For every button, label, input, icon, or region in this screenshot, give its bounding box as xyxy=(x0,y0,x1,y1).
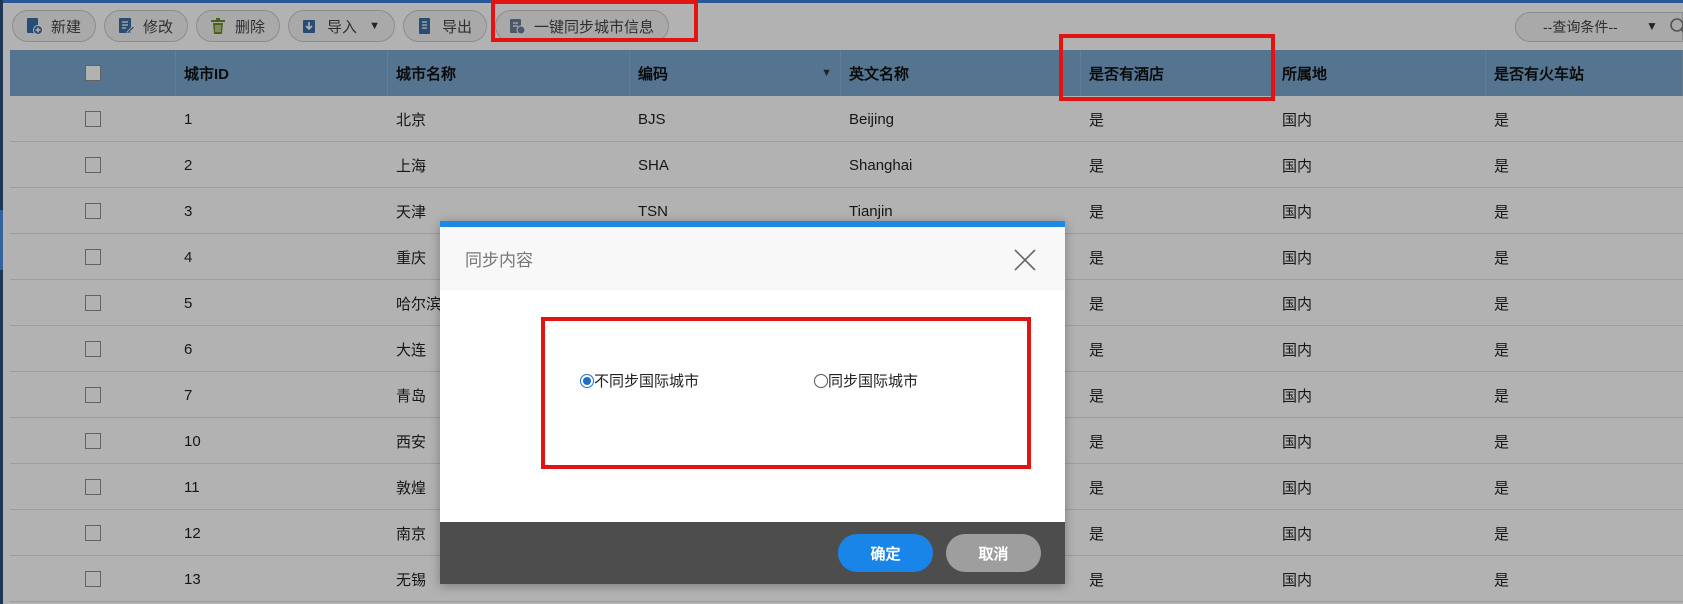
dialog-title: 同步内容 xyxy=(465,251,533,270)
dialog-header: 同步内容 xyxy=(440,227,1065,290)
confirm-button[interactable]: 确定 xyxy=(838,534,933,572)
highlight-sync-button xyxy=(491,0,698,42)
close-icon[interactable] xyxy=(1013,248,1037,272)
highlight-hotel-column xyxy=(1059,34,1275,101)
cancel-button[interactable]: 取消 xyxy=(946,534,1041,572)
dialog-footer: 确定 取消 xyxy=(440,522,1065,584)
highlight-sync-options xyxy=(541,317,1031,469)
